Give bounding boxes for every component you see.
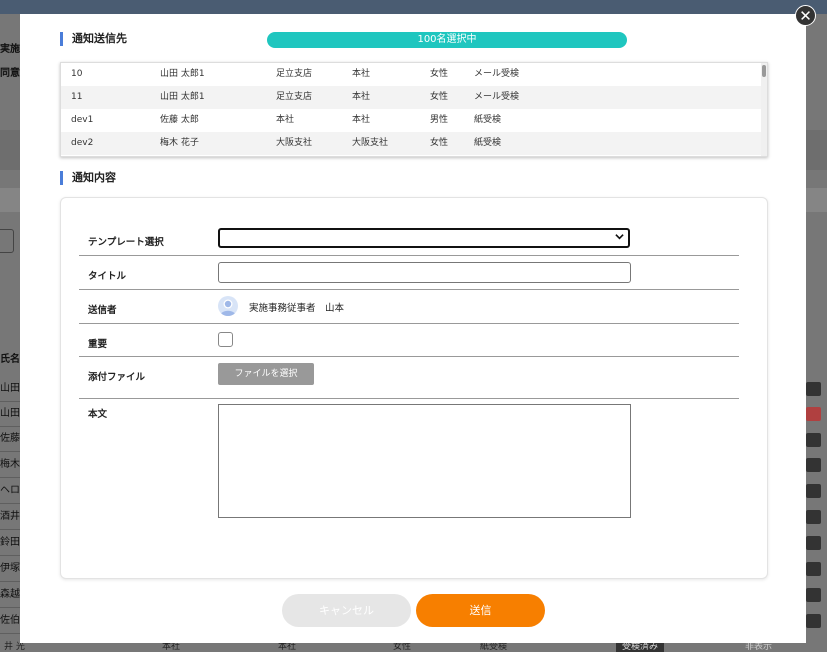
- recipient-name: 佐藤 太郎: [160, 115, 199, 125]
- recipient-branch: 足立支店: [276, 92, 313, 102]
- form-divider: [79, 255, 739, 256]
- recipient-office: 本社: [352, 69, 371, 79]
- template-select[interactable]: [218, 228, 630, 248]
- selection-count-badge: 100名選択中: [267, 32, 627, 48]
- recipient-row[interactable]: 11 山田 太郎1 足立支店 本社 女性 メール受検: [61, 86, 761, 109]
- important-checkbox[interactable]: [218, 332, 233, 347]
- recipient-method: メール受検: [474, 69, 520, 79]
- sender-name: 実施事務従事者 山本: [249, 303, 345, 314]
- background-action-button: [806, 536, 821, 550]
- title-input[interactable]: [218, 262, 631, 283]
- background-cell: 本社: [278, 642, 297, 652]
- recipient-row[interactable]: dev2 梅木 花子 大阪支社 大阪支社 女性 紙受検: [61, 132, 761, 155]
- background-edit-button: [0, 229, 14, 253]
- recipient-method: 紙受検: [474, 115, 502, 125]
- recipient-name: 山田 太郎1: [160, 92, 205, 102]
- background-name-cell: 山田: [0, 377, 20, 402]
- send-button[interactable]: 送信: [416, 594, 545, 627]
- background-cell: 女性: [393, 642, 412, 652]
- notification-form: テンプレート選択 タイトル 送信者 実施事務従事者 山本 重要 添付ファイル フ…: [60, 197, 768, 579]
- form-divider: [79, 289, 739, 290]
- template-label: テンプレート選択: [88, 237, 164, 248]
- recipient-gender: 女性: [430, 92, 449, 102]
- background-name-cell: 梅木: [0, 453, 20, 478]
- recipient-gender: 女性: [430, 69, 449, 79]
- recipient-branch: 本社: [276, 115, 295, 125]
- background-name-cell: 佐伯: [0, 609, 20, 634]
- recipient-office: 大阪支社: [352, 138, 389, 148]
- background-action-button: [806, 588, 821, 602]
- body-label: 本文: [88, 409, 108, 420]
- background-name-cell: 佐藤: [0, 427, 20, 452]
- choose-file-button[interactable]: ファイルを選択: [218, 363, 314, 385]
- background-action-button: [806, 382, 821, 396]
- background-table-row: 井 光 本社 本社 女性 紙受検 受検済み 非表示: [0, 643, 827, 652]
- cancel-button[interactable]: キャンセル: [282, 594, 411, 627]
- recipient-method: 紙受検: [474, 138, 502, 148]
- avatar: [218, 296, 238, 316]
- background-cell: 井 光: [4, 642, 25, 652]
- background-action-button: [806, 562, 821, 576]
- scrollbar-thumb[interactable]: [762, 65, 766, 77]
- background-name-cell: ヘロ: [0, 479, 20, 504]
- background-cell: 紙受検: [480, 642, 508, 652]
- recipient-gender: 男性: [430, 115, 449, 125]
- form-divider: [79, 356, 739, 357]
- recipient-branch: 大阪支社: [276, 138, 313, 148]
- form-divider: [79, 323, 739, 324]
- background-column-header: 氏名 ≑: [0, 354, 20, 365]
- recipient-gender: 女性: [430, 138, 449, 148]
- background-cell: 非表示: [745, 642, 773, 652]
- recipient-row[interactable]: 10 山田 太郎1 足立支店 本社 女性 メール受検: [61, 63, 761, 86]
- background-name-cell: 森越: [0, 583, 20, 608]
- recipient-office: 本社: [352, 92, 371, 102]
- textarea-bottom-edge: [218, 517, 631, 518]
- sender-label: 送信者: [88, 305, 117, 316]
- notification-modal: 通知送信先 100名選択中 10 山田 太郎1 足立支店 本社 女性 メール受検…: [20, 14, 806, 643]
- background-name-cell: 山田: [0, 402, 20, 427]
- background-action-button: [806, 458, 821, 472]
- background-name-cell: 酒井: [0, 505, 20, 530]
- recipient-name: 梅木 花子: [160, 138, 199, 148]
- background-action-button: [806, 407, 821, 421]
- recipient-method: メール受検: [474, 92, 520, 102]
- close-icon[interactable]: ✕: [795, 5, 816, 26]
- recipient-name: 山田 太郎1: [160, 69, 205, 79]
- title-label: タイトル: [88, 271, 127, 282]
- recipients-section-title: 通知送信先: [60, 32, 127, 46]
- background-label: 同意書: [0, 68, 20, 79]
- background-header: [0, 0, 827, 14]
- content-section-title: 通知内容: [60, 171, 116, 185]
- form-divider: [79, 398, 739, 399]
- recipient-id: dev2: [71, 138, 94, 148]
- background-action-button: [806, 614, 821, 628]
- attachment-label: 添付ファイル: [88, 372, 146, 383]
- recipient-list-scrollbar[interactable]: [761, 63, 767, 156]
- background-action-button: [806, 510, 821, 524]
- recipient-id: 11: [71, 92, 83, 102]
- recipient-office: 本社: [352, 115, 371, 125]
- background-name-cell: 伊塚: [0, 557, 20, 582]
- recipient-row[interactable]: dev1 佐藤 太郎 本社 本社 男性 紙受検: [61, 109, 761, 132]
- user-icon: [220, 299, 236, 316]
- body-textarea[interactable]: [218, 404, 631, 518]
- background-action-button: [806, 484, 821, 498]
- recipient-id: 10: [71, 69, 83, 79]
- background-action-button: [806, 433, 821, 447]
- background-name-cell: 鈴田: [0, 531, 20, 556]
- background-status-badge: 受検済み: [616, 643, 665, 652]
- background-cell: 本社: [162, 642, 181, 652]
- important-label: 重要: [88, 339, 108, 350]
- chevron-down-icon: [615, 232, 624, 246]
- background-label: 実施ダ: [0, 44, 20, 55]
- recipient-id: dev1: [71, 115, 94, 125]
- recipient-branch: 足立支店: [276, 69, 313, 79]
- recipient-list: 10 山田 太郎1 足立支店 本社 女性 メール受検 11 山田 太郎1 足立支…: [60, 62, 768, 157]
